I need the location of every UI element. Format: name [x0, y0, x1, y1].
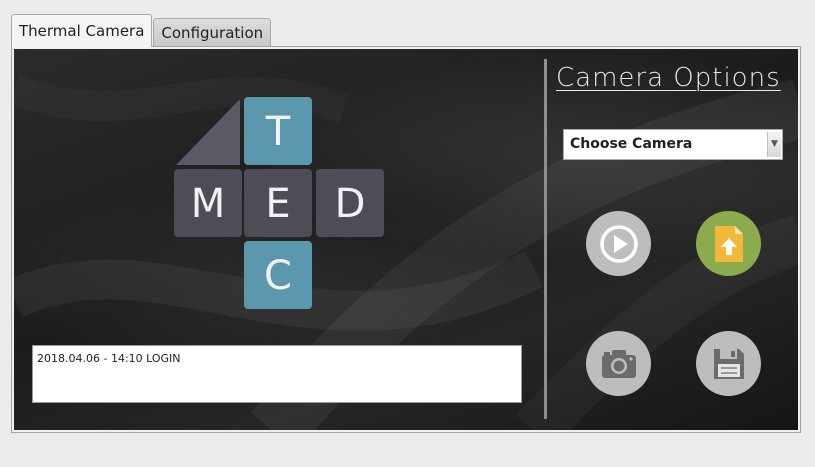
floppy-disk-icon [713, 348, 744, 379]
chevron-down-icon[interactable]: ▼ [767, 132, 781, 157]
thermal-camera-panel: T M E D C 2018.04.06 - 14:10 LOGIN Camer… [11, 46, 801, 433]
logo-letter-c: C [264, 253, 292, 299]
play-button[interactable] [586, 211, 651, 276]
tmedc-logo: T M E D C [174, 97, 384, 309]
save-button[interactable] [696, 331, 761, 396]
vertical-divider [544, 59, 547, 419]
tab-bar: Thermal Camera Configuration [11, 14, 272, 47]
camera-options-title: Camera Options [556, 63, 781, 93]
logo-letter-m: M [191, 181, 226, 227]
choose-camera-select[interactable]: Choose Camera ▼ [563, 129, 783, 160]
logo-letter-d: D [335, 181, 366, 227]
upload-button[interactable] [696, 211, 761, 276]
logo-letter-e: E [265, 181, 290, 227]
main-stage: T M E D C 2018.04.06 - 14:10 LOGIN Camer… [14, 49, 798, 430]
play-icon [599, 224, 638, 263]
log-entry: 2018.04.06 - 14:10 LOGIN [37, 352, 181, 365]
tab-configuration[interactable]: Configuration [153, 18, 272, 47]
capture-button[interactable] [586, 331, 651, 396]
file-upload-icon [714, 225, 743, 262]
tab-thermal-camera[interactable]: Thermal Camera [11, 14, 153, 47]
camera-icon [601, 349, 636, 378]
select-value: Choose Camera [570, 136, 693, 152]
logo-letter-t: T [265, 109, 291, 155]
log-box[interactable]: 2018.04.06 - 14:10 LOGIN [32, 345, 522, 403]
